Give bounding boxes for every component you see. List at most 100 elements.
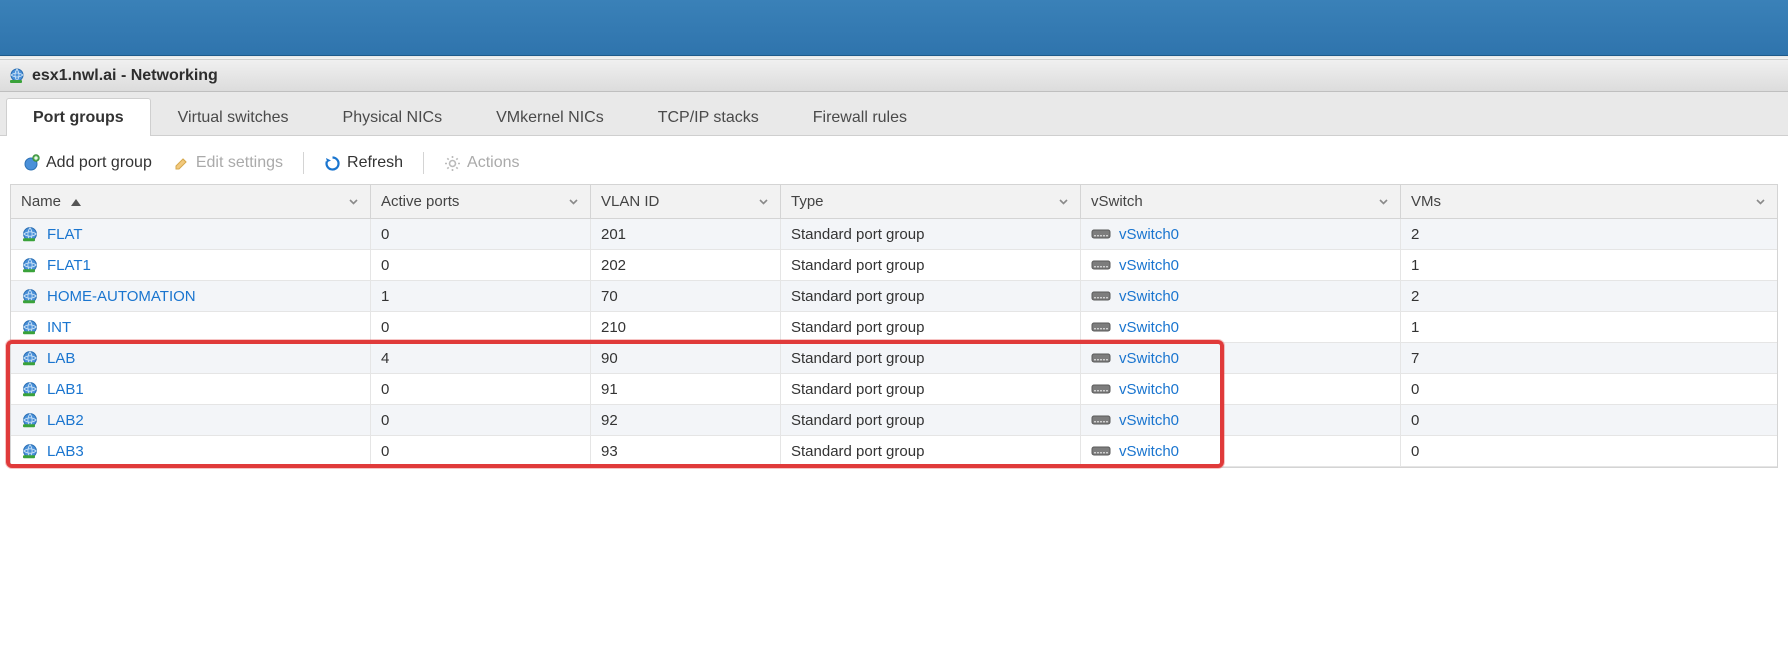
column-header-type[interactable]: Type [781, 185, 1081, 218]
tab-port-groups[interactable]: Port groups [6, 98, 151, 136]
port-group-link[interactable]: FLAT1 [47, 257, 91, 274]
port-group-link[interactable]: FLAT [47, 226, 83, 243]
column-header-vlan-id[interactable]: VLAN ID [591, 185, 781, 218]
edit-settings-button[interactable]: Edit settings [166, 152, 291, 174]
tab-virtual-switches[interactable]: Virtual switches [151, 98, 316, 136]
refresh-icon [324, 155, 341, 172]
column-header-vms-label: VMs [1411, 193, 1441, 210]
refresh-label: Refresh [347, 154, 403, 172]
vswitch-icon [1091, 351, 1111, 365]
page-header: esx1.nwl.ai - Networking [0, 60, 1788, 92]
cell-vms: 2 [1401, 281, 1777, 311]
chevron-down-icon[interactable] [756, 195, 770, 209]
port-group-link[interactable]: LAB1 [47, 381, 84, 398]
port-group-link[interactable]: INT [47, 319, 71, 336]
table-row[interactable]: FLAT 0 201 Standard port group vSwitch0 2 [11, 219, 1777, 250]
column-header-vlan-id-label: VLAN ID [601, 193, 659, 210]
vswitch-icon [1091, 382, 1111, 396]
cell-name: LAB3 [11, 436, 371, 466]
vswitch-link[interactable]: vSwitch0 [1119, 257, 1179, 274]
tab-label: Port groups [33, 109, 124, 126]
port-group-link[interactable]: LAB2 [47, 412, 84, 429]
column-header-name-label: Name [21, 193, 61, 210]
tab-physical-nics[interactable]: Physical NICs [316, 98, 470, 136]
cell-vms: 2 [1401, 219, 1777, 249]
column-header-vswitch[interactable]: vSwitch [1081, 185, 1401, 218]
tab-vmkernel-nics[interactable]: VMkernel NICs [469, 98, 631, 136]
vlan-id-value: 90 [601, 350, 618, 367]
port-group-icon [21, 442, 39, 460]
vswitch-link[interactable]: vSwitch0 [1119, 226, 1179, 243]
port-group-link[interactable]: LAB3 [47, 443, 84, 460]
column-header-name[interactable]: Name [11, 185, 371, 218]
column-header-vms[interactable]: VMs [1401, 185, 1777, 218]
vswitch-link[interactable]: vSwitch0 [1119, 350, 1179, 367]
add-port-group-icon [22, 154, 40, 172]
vswitch-link[interactable]: vSwitch0 [1119, 288, 1179, 305]
page-title: esx1.nwl.ai - Networking [32, 67, 218, 85]
tab-tcp-ip-stacks[interactable]: TCP/IP stacks [631, 98, 786, 136]
column-header-active-ports[interactable]: Active ports [371, 185, 591, 218]
pencil-icon [174, 155, 190, 171]
vms-value: 1 [1411, 319, 1419, 336]
active-ports-value: 0 [381, 257, 389, 274]
table-row[interactable]: INT0210Standard port groupvSwitch01 [11, 312, 1777, 343]
type-value: Standard port group [791, 443, 924, 460]
vms-value: 0 [1411, 381, 1419, 398]
vswitch-link[interactable]: vSwitch0 [1119, 443, 1179, 460]
cell-active-ports: 0 [371, 312, 591, 342]
cell-vswitch: vSwitch0 [1081, 405, 1401, 435]
cell-active-ports: 0 [371, 436, 591, 466]
cell-vms: 7 [1401, 343, 1777, 373]
chevron-down-icon[interactable] [1376, 195, 1390, 209]
table-row[interactable]: FLAT10202Standard port groupvSwitch01 [11, 250, 1777, 281]
active-ports-value: 0 [381, 226, 389, 243]
vswitch-link[interactable]: vSwitch0 [1119, 319, 1179, 336]
port-group-icon [21, 380, 39, 398]
actions-button[interactable]: Actions [436, 152, 527, 174]
cell-active-ports: 0 [371, 219, 591, 249]
port-group-icon [21, 349, 39, 367]
vms-value: 2 [1411, 226, 1419, 243]
table-row[interactable]: LAB1091Standard port groupvSwitch00 [11, 374, 1777, 405]
vms-value: 0 [1411, 443, 1419, 460]
table-row[interactable]: LAB2092Standard port groupvSwitch00 [11, 405, 1777, 436]
column-header-type-label: Type [791, 193, 824, 210]
table-row[interactable]: LAB490Standard port groupvSwitch07 [11, 343, 1777, 374]
vswitch-link[interactable]: vSwitch0 [1119, 412, 1179, 429]
cell-type: Standard port group [781, 219, 1081, 249]
vswitch-link[interactable]: vSwitch0 [1119, 381, 1179, 398]
cell-vlan-id: 202 [591, 250, 781, 280]
vlan-id-value: 210 [601, 319, 626, 336]
content-area: Add port group Edit settings Refresh [0, 136, 1788, 468]
tab-firewall-rules[interactable]: Firewall rules [786, 98, 934, 136]
chevron-down-icon[interactable] [346, 195, 360, 209]
port-groups-grid: Name Active ports VLAN ID T [10, 184, 1778, 468]
gear-icon [444, 155, 461, 172]
vswitch-icon [1091, 413, 1111, 427]
cell-name: FLAT1 [11, 250, 371, 280]
type-value: Standard port group [791, 226, 924, 243]
type-value: Standard port group [791, 257, 924, 274]
vlan-id-value: 202 [601, 257, 626, 274]
port-group-icon [21, 256, 39, 274]
cell-vlan-id: 93 [591, 436, 781, 466]
cell-vlan-id: 201 [591, 219, 781, 249]
add-port-group-button[interactable]: Add port group [14, 152, 160, 174]
grid-header-row: Name Active ports VLAN ID T [11, 185, 1777, 219]
chevron-down-icon[interactable] [566, 195, 580, 209]
type-value: Standard port group [791, 412, 924, 429]
port-group-link[interactable]: HOME-AUTOMATION [47, 288, 196, 305]
tab-bar: Port groups Virtual switchesPhysical NICs… [0, 92, 1788, 136]
vlan-id-value: 92 [601, 412, 618, 429]
column-header-vswitch-label: vSwitch [1091, 193, 1143, 210]
chevron-down-icon[interactable] [1056, 195, 1070, 209]
cell-vswitch: vSwitch0 [1081, 219, 1401, 249]
chevron-down-icon[interactable] [1753, 195, 1767, 209]
refresh-button[interactable]: Refresh [316, 152, 411, 174]
cell-vlan-id: 90 [591, 343, 781, 373]
table-row[interactable]: HOME-AUTOMATION170Standard port groupvSw… [11, 281, 1777, 312]
toolbar-separator [423, 152, 424, 174]
table-row[interactable]: LAB3093Standard port groupvSwitch00 [11, 436, 1777, 467]
port-group-link[interactable]: LAB [47, 350, 75, 367]
